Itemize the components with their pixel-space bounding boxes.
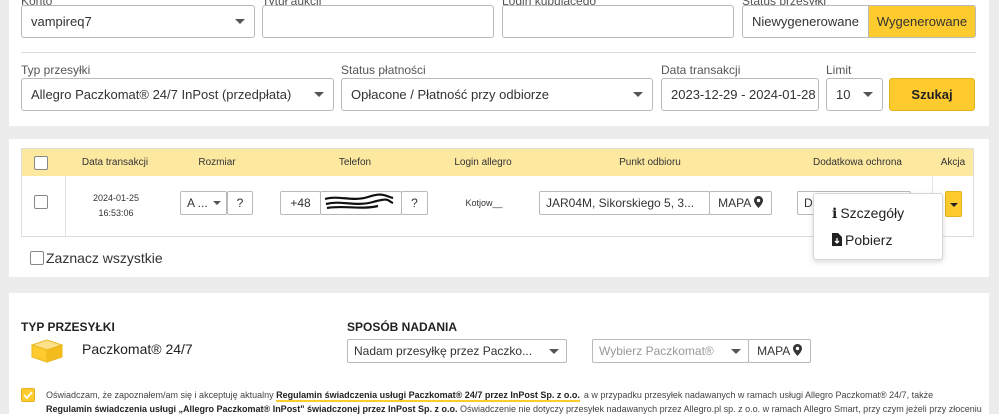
chevron-down-icon: [549, 349, 559, 354]
locker-select[interactable]: Wybierz Paczkomat®: [592, 339, 749, 363]
file-download-icon: [832, 233, 842, 246]
info-icon: i: [832, 206, 838, 222]
shipment-type-value: Allegro Paczkomat® 24/7 InPost (przedpła…: [31, 87, 292, 102]
shipment-type-title: TYP PRZESYŁKI: [21, 320, 115, 334]
chevron-down-icon: [950, 203, 958, 207]
download-label: Pobierz: [845, 232, 893, 248]
chevron-down-icon: [235, 19, 245, 24]
select-all-header-checkbox[interactable]: [34, 156, 48, 170]
toggle-generated-label: Wygenerowane: [876, 14, 968, 29]
protection-value: D: [804, 196, 813, 210]
limit-label: Limit: [826, 63, 852, 77]
date-label: Data transakcji: [661, 63, 741, 77]
locker-placeholder: Wybierz Paczkomat®: [599, 344, 714, 358]
chevron-down-icon: [314, 92, 324, 97]
details-label: Szczegóły: [840, 205, 905, 221]
row-time: 16:53:06: [98, 208, 134, 218]
account-select-value: vampireq7: [31, 14, 92, 29]
phone-input[interactable]: [320, 191, 402, 215]
shipping-method-value: Nadam przesyłkę przez Paczko...: [354, 344, 533, 358]
col-size: Rozmiar: [198, 157, 236, 168]
consent-text-b: a w przypadku przesyłek nadawanych w ram…: [583, 390, 934, 400]
help-label: ?: [236, 196, 244, 210]
map-pin-icon: [753, 196, 763, 208]
consent-line-1: Oświadczam, że zapoznałem/am się i akcep…: [46, 390, 934, 402]
chevron-down-icon: [863, 92, 873, 97]
buyer-login-input[interactable]: [502, 5, 734, 38]
consent-checkbox[interactable]: [21, 388, 35, 402]
locker-map-button[interactable]: MAPA: [748, 339, 811, 363]
col-phone: Telefon: [338, 157, 372, 168]
payment-status-select[interactable]: Opłacone / Płatność przy odbiorze: [341, 78, 653, 111]
consent-text-a: Oświadczam, że zapoznałem/am się i akcep…: [46, 390, 274, 400]
action-dropdown-button[interactable]: [945, 191, 962, 217]
chevron-down-icon: [213, 201, 221, 205]
divider: [65, 176, 66, 236]
chevron-down-icon: [731, 349, 741, 354]
shipping-method-select[interactable]: Nadam przesyłkę przez Paczko...: [347, 339, 567, 363]
menu-item-download[interactable]: Pobierz: [832, 232, 892, 248]
shipment-type-value: Paczkomat® 24/7: [82, 341, 193, 357]
help-label: ?: [411, 196, 418, 210]
package-icon: [30, 339, 64, 363]
select-all-checkbox[interactable]: [30, 251, 44, 265]
size-value: A ...: [187, 196, 208, 210]
shipping-method-title: SPOSÓB NADANIA: [347, 320, 458, 334]
map-label: MAPA: [757, 344, 790, 358]
chevron-down-icon: [633, 92, 643, 97]
row-date: 2024-01-25: [92, 193, 140, 203]
auction-title-input[interactable]: [262, 5, 494, 38]
phone-prefix: +48: [280, 191, 321, 215]
consent-line-2: Regulamin świadczenia usługi „Allegro Pa…: [46, 404, 982, 414]
pickup-point-value: JAR04M, Sikorskiego 5, 3...: [546, 196, 695, 210]
size-select[interactable]: A ...: [180, 191, 227, 215]
payment-label: Status płatności: [341, 63, 426, 77]
terms-link-paczkomat[interactable]: Regulamin świadczenia usługi Paczkomat® …: [276, 390, 580, 402]
limit-value: 10: [836, 87, 851, 102]
row-login: Kotjow__: [465, 198, 503, 208]
toggle-not-generated-label: Niewygenerowane: [752, 14, 859, 29]
date-range-value: 2023-12-29 - 2024-01-28: [671, 87, 816, 102]
col-pickup: Punkt odbioru: [619, 157, 681, 168]
redaction-scribble: [324, 193, 394, 210]
menu-item-details[interactable]: i Szczegóły: [832, 205, 904, 222]
col-login: Login allegro: [454, 157, 512, 168]
col-action: Akcja: [940, 157, 966, 168]
divider: [21, 52, 976, 53]
terms-link-allegro[interactable]: Regulamin świadczenia usługi „Allegro Pa…: [46, 404, 457, 414]
row-checkbox[interactable]: [34, 195, 48, 209]
check-icon: [23, 391, 33, 400]
payment-status-value: Opłacone / Płatność przy odbiorze: [351, 87, 549, 102]
size-help-button[interactable]: ?: [227, 191, 253, 215]
limit-select[interactable]: 10: [826, 78, 883, 111]
col-date: Data transakcji: [81, 157, 149, 168]
type-label: Typ przesyłki: [21, 63, 91, 77]
search-button-label: Szukaj: [911, 87, 953, 102]
pickup-map-button[interactable]: MAPA: [709, 191, 772, 215]
phone-prefix-value: +48: [290, 196, 311, 210]
map-pin-icon: [792, 344, 802, 356]
phone-help-button[interactable]: ?: [401, 191, 428, 215]
toggle-not-generated[interactable]: Niewygenerowane: [742, 5, 869, 38]
pickup-point-select[interactable]: JAR04M, Sikorskiego 5, 3...: [539, 191, 710, 215]
shipment-type-select[interactable]: Allegro Paczkomat® 24/7 InPost (przedpła…: [21, 78, 334, 111]
account-select[interactable]: vampireq7: [21, 5, 255, 38]
col-protection: Dodatkowa ochrona: [813, 157, 902, 168]
select-all-label: Zaznacz wszystkie: [46, 250, 163, 266]
search-button[interactable]: Szukaj: [889, 78, 975, 111]
consent-text-c: Oświadczenie nie dotyczy przesyłek nadaw…: [460, 404, 982, 414]
toggle-generated[interactable]: Wygenerowane: [868, 5, 976, 38]
date-range-input[interactable]: 2023-12-29 - 2024-01-28: [661, 78, 819, 111]
action-menu: i Szczegóły Pobierz: [813, 193, 943, 260]
map-label: MAPA: [718, 196, 751, 210]
